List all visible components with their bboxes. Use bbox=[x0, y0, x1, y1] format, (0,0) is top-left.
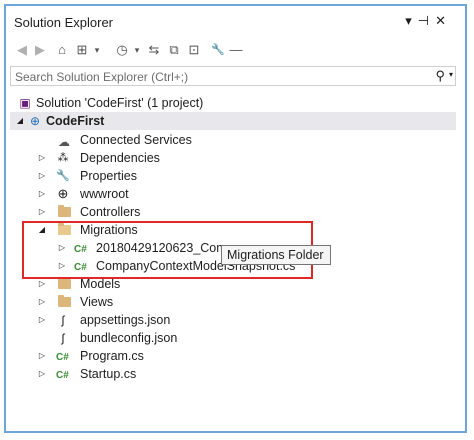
collapsed-arrow-icon[interactable]: ▷ bbox=[36, 185, 48, 203]
web-project-icon: ⊕ bbox=[29, 114, 41, 128]
close-icon[interactable]: ✕ bbox=[435, 13, 452, 28]
tree-item-label: Properties bbox=[80, 169, 137, 183]
folder-icon bbox=[58, 277, 71, 289]
wrench-icon: 🔧 bbox=[56, 170, 70, 182]
folder-icon bbox=[58, 295, 71, 307]
tooltip: Migrations Folder bbox=[221, 245, 331, 265]
tree-item-project[interactable]: ◢ ⊕ CodeFirst bbox=[10, 112, 456, 130]
dropdown-icon[interactable]: ▾ bbox=[405, 13, 418, 28]
home-icon[interactable]: ⌂ bbox=[54, 40, 70, 60]
tree-item-label: Program.cs bbox=[80, 349, 144, 363]
tree-item-controllers[interactable]: ▷ Controllers bbox=[10, 203, 456, 221]
search-input[interactable] bbox=[15, 69, 395, 84]
tree-item-label: Controllers bbox=[80, 205, 141, 219]
pending-changes-dropdown-icon[interactable]: ▾ bbox=[132, 40, 142, 60]
collapsed-arrow-icon[interactable]: ▷ bbox=[36, 365, 48, 383]
globe-icon: ⊕ bbox=[57, 186, 69, 201]
pin-icon[interactable]: ⊣ bbox=[418, 13, 435, 28]
tree-item-connected-services[interactable]: ☁ Connected Services bbox=[10, 131, 456, 149]
tree-item-label: CodeFirst bbox=[46, 114, 105, 128]
tree-item-label: Dependencies bbox=[80, 151, 160, 165]
json-file-icon: ʃ bbox=[61, 331, 65, 345]
properties-wrench-icon[interactable]: 🔧 bbox=[210, 40, 226, 60]
tree-item-wwwroot[interactable]: ▷ ⊕ wwwroot bbox=[10, 185, 456, 203]
sync-icon[interactable]: ⇆ bbox=[146, 40, 162, 60]
tree-item-label: Solution 'CodeFirst' (1 project) bbox=[36, 96, 204, 110]
collapse-all-icon[interactable]: ⧉ bbox=[166, 40, 182, 60]
dependencies-icon: ⁂ bbox=[57, 152, 69, 164]
back-icon[interactable]: ◀ bbox=[14, 40, 30, 60]
pending-changes-icon[interactable]: ◷ bbox=[114, 40, 130, 60]
collapsed-arrow-icon[interactable]: ▷ bbox=[36, 293, 48, 311]
switch-views-icon[interactable]: ⊞ bbox=[74, 40, 90, 60]
collapsed-arrow-icon[interactable]: ▷ bbox=[36, 167, 48, 185]
tree-item-appsettings[interactable]: ▷ ʃ appsettings.json bbox=[10, 311, 456, 329]
show-all-files-icon[interactable]: ⊡ bbox=[186, 40, 202, 60]
tree-item-label: Connected Services bbox=[80, 133, 192, 147]
collapsed-arrow-icon[interactable]: ▷ bbox=[36, 311, 48, 329]
title-bar: Solution Explorer ▾⊣✕ bbox=[10, 10, 456, 36]
tree-item-bundleconfig[interactable]: ʃ bundleconfig.json bbox=[10, 329, 456, 347]
expanded-arrow-icon[interactable]: ◢ bbox=[14, 112, 26, 130]
json-file-icon: ʃ bbox=[61, 313, 65, 327]
tree-item-label: Views bbox=[80, 295, 114, 309]
tree-item-program[interactable]: ▷ C# Program.cs bbox=[10, 347, 456, 365]
tree-item-label: bundleconfig.json bbox=[80, 331, 178, 345]
solution-icon: ▣ bbox=[19, 96, 31, 110]
search-box[interactable]: ⚲ ▾ bbox=[10, 66, 456, 86]
tree-item-label: appsettings.json bbox=[80, 313, 171, 327]
search-icon[interactable]: ⚲ bbox=[435, 68, 445, 84]
window-title: Solution Explorer bbox=[14, 15, 113, 30]
collapsed-arrow-icon[interactable]: ▷ bbox=[36, 203, 48, 221]
collapsed-arrow-icon[interactable]: ▷ bbox=[36, 149, 48, 167]
tree-item-solution[interactable]: ▣ Solution 'CodeFirst' (1 project) bbox=[10, 94, 456, 112]
preview-icon[interactable]: — bbox=[228, 40, 244, 60]
tree-item-startup[interactable]: ▷ C# Startup.cs bbox=[10, 365, 456, 383]
collapsed-arrow-icon[interactable]: ▷ bbox=[36, 347, 48, 365]
tree-item-views[interactable]: ▷ Views bbox=[10, 293, 456, 311]
tree-item-properties[interactable]: ▷ 🔧 Properties bbox=[10, 167, 456, 185]
tree-item-label: Startup.cs bbox=[80, 367, 137, 381]
tree-item-dependencies[interactable]: ▷ ⁂ Dependencies bbox=[10, 149, 456, 167]
toolbar: ◀ ▶ ⌂ ⊞ ▾ ◷ ▾ ⇆ ⧉ ⊡ 🔧 — bbox=[10, 38, 456, 62]
switch-views-dropdown-icon[interactable]: ▾ bbox=[92, 40, 102, 60]
tree-item-label: wwwroot bbox=[80, 187, 129, 201]
search-options-dropdown-icon[interactable]: ▾ bbox=[449, 70, 453, 79]
forward-icon[interactable]: ▶ bbox=[32, 40, 48, 60]
folder-icon bbox=[58, 205, 71, 217]
window-controls: ▾⊣✕ bbox=[405, 13, 452, 29]
csharp-file-icon: C# bbox=[56, 370, 69, 381]
